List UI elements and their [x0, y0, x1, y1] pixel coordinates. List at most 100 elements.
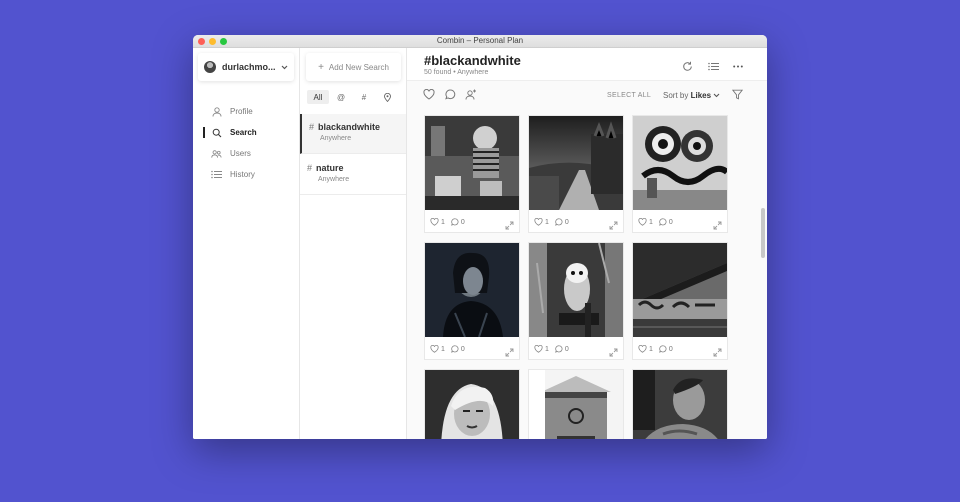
- likes-count[interactable]: 1: [534, 345, 549, 353]
- post-card[interactable]: [632, 369, 728, 439]
- chevron-down-icon: [281, 63, 288, 72]
- post-photo-country-road[interactable]: [529, 116, 623, 210]
- search-icon: [211, 127, 222, 138]
- heart-icon: [534, 345, 543, 353]
- comments-count[interactable]: 0: [450, 218, 465, 226]
- likes-count[interactable]: 1: [430, 345, 445, 353]
- title-bar: Combin – Personal Plan: [193, 35, 767, 48]
- select-all-button[interactable]: SELECT ALL: [607, 92, 651, 99]
- bulk-actions-toolbar: SELECT ALL Sort by Likes: [407, 81, 767, 109]
- comments-count[interactable]: 0: [450, 345, 465, 353]
- location-pin-icon: [383, 92, 391, 102]
- post-card[interactable]: 1 0: [424, 242, 520, 360]
- results-count: 50 found: [424, 69, 452, 76]
- saved-searches-panel: + Add New Search All @ # # blackandwhite …: [300, 48, 407, 439]
- hashtag-icon: #: [309, 122, 315, 132]
- saved-search-blackandwhite[interactable]: # blackandwhite Anywhere: [300, 114, 406, 154]
- post-card[interactable]: 1 0: [632, 242, 728, 360]
- post-card[interactable]: 1 0: [424, 115, 520, 233]
- sidebar-item-history[interactable]: History: [193, 164, 299, 185]
- expand-icon[interactable]: [505, 217, 514, 235]
- sidebar-item-profile[interactable]: Profile: [193, 101, 299, 122]
- window-title: Combin – Personal Plan: [436, 36, 524, 45]
- account-name: durlachmo...: [222, 62, 276, 72]
- results-location: Anywhere: [457, 69, 489, 76]
- user-icon: [211, 106, 222, 117]
- follow-user-icon[interactable]: [465, 88, 477, 100]
- post-photo-woman-selfie[interactable]: [425, 370, 519, 439]
- comment-icon: [554, 218, 563, 226]
- hashtag-icon: #: [307, 163, 313, 173]
- sidebar-item-label: History: [230, 170, 255, 179]
- comment-icon: [450, 218, 459, 226]
- account-switcher[interactable]: durlachmo...: [198, 53, 294, 81]
- heart-icon: [534, 218, 543, 226]
- saved-search-location: Anywhere: [320, 135, 352, 142]
- post-card[interactable]: [424, 369, 520, 439]
- list-view-icon[interactable]: [707, 60, 719, 72]
- more-options-icon[interactable]: [732, 60, 744, 72]
- sort-dropdown[interactable]: Sort by Likes: [663, 91, 720, 100]
- page-title: #blackandwhite: [424, 53, 521, 68]
- saved-search-name: blackandwhite: [318, 122, 381, 132]
- post-photo-graffiti-wall[interactable]: [633, 116, 727, 210]
- post-card[interactable]: 1 0: [528, 115, 624, 233]
- expand-icon[interactable]: [713, 344, 722, 362]
- sidebar-item-label: Profile: [230, 107, 253, 116]
- comment-icon[interactable]: [444, 88, 456, 100]
- plus-icon: +: [318, 61, 324, 73]
- heart-icon: [638, 345, 647, 353]
- filter-users[interactable]: @: [330, 90, 352, 104]
- comment-icon: [554, 345, 563, 353]
- filter-all[interactable]: All: [307, 90, 329, 104]
- post-photo-woman-portrait[interactable]: [425, 243, 519, 337]
- likes-count[interactable]: 1: [638, 218, 653, 226]
- results-panel: #blackandwhite 50 found • Anywhere SELEC…: [407, 48, 767, 439]
- saved-search-name: nature: [316, 163, 344, 173]
- post-photo-boy-with-boxes[interactable]: [425, 116, 519, 210]
- expand-icon[interactable]: [713, 217, 722, 235]
- sidebar-item-search[interactable]: Search: [193, 122, 299, 143]
- likes-count[interactable]: 1: [534, 218, 549, 226]
- post-photo-building[interactable]: [529, 370, 623, 439]
- expand-icon[interactable]: [609, 344, 618, 362]
- like-all-icon[interactable]: [423, 88, 435, 100]
- filter-hashtags[interactable]: #: [353, 90, 375, 104]
- comments-count[interactable]: 0: [658, 345, 673, 353]
- post-photo-bridge-graffiti[interactable]: [633, 243, 727, 337]
- saved-search-location: Anywhere: [318, 176, 350, 183]
- avatar: [204, 61, 216, 73]
- comments-count[interactable]: 0: [658, 218, 673, 226]
- results-scrollbar[interactable]: [761, 208, 765, 258]
- post-photo-owl[interactable]: [529, 243, 623, 337]
- comment-icon: [658, 345, 667, 353]
- filter-locations[interactable]: [376, 90, 398, 104]
- post-card[interactable]: 1 0: [632, 115, 728, 233]
- post-photo-man-portrait[interactable]: [633, 370, 727, 439]
- comment-icon: [450, 345, 459, 353]
- post-card[interactable]: 1 0: [528, 242, 624, 360]
- comments-count[interactable]: 0: [554, 218, 569, 226]
- comments-count[interactable]: 0: [554, 345, 569, 353]
- heart-icon: [430, 218, 439, 226]
- sidebar-item-users[interactable]: Users: [193, 143, 299, 164]
- heart-icon: [430, 345, 439, 353]
- sidebar-item-label: Users: [230, 149, 251, 158]
- app-window: Combin – Personal Plan durlachmo... Prof…: [193, 35, 767, 439]
- results-header: #blackandwhite 50 found • Anywhere: [407, 48, 767, 81]
- comment-icon: [658, 218, 667, 226]
- sort-label: Sort by: [663, 91, 689, 100]
- expand-icon[interactable]: [609, 217, 618, 235]
- likes-count[interactable]: 1: [430, 218, 445, 226]
- saved-search-nature[interactable]: # nature Anywhere: [300, 155, 406, 195]
- add-new-search-label: Add New Search: [328, 62, 389, 72]
- likes-count[interactable]: 1: [638, 345, 653, 353]
- add-new-search-button[interactable]: + Add New Search: [306, 53, 401, 81]
- sidebar: durlachmo... Profile Search Users Histor…: [193, 48, 300, 439]
- heart-icon: [638, 218, 647, 226]
- post-card[interactable]: [528, 369, 624, 439]
- chevron-down-icon: [713, 93, 720, 98]
- expand-icon[interactable]: [505, 344, 514, 362]
- filter-icon[interactable]: [731, 88, 743, 100]
- refresh-icon[interactable]: [681, 60, 693, 72]
